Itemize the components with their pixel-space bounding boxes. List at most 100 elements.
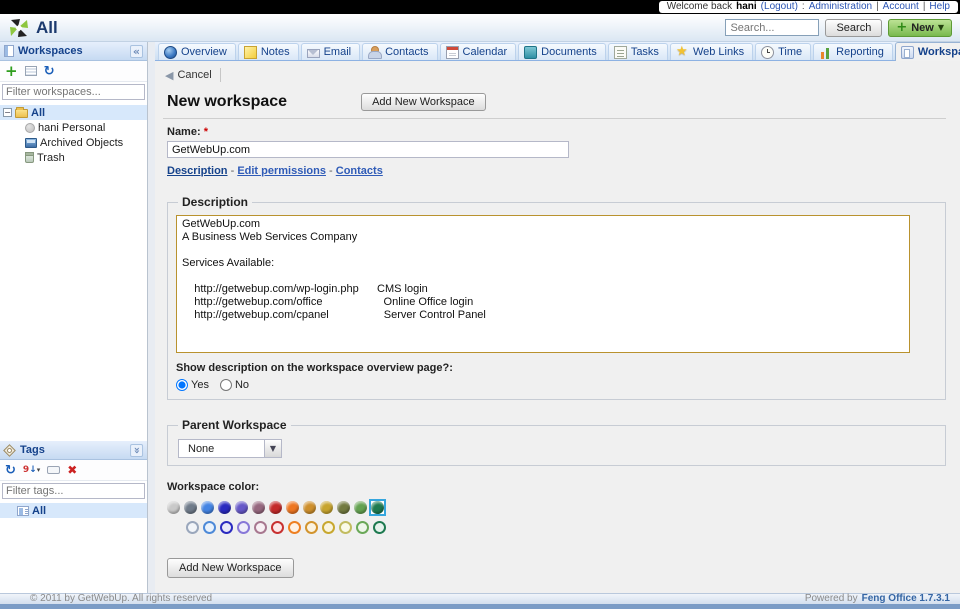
filter-workspaces-input[interactable] bbox=[2, 84, 145, 100]
tags-panel-title: Tags bbox=[20, 444, 45, 456]
add-new-workspace-button-bottom[interactable]: Add New Workspace bbox=[167, 558, 294, 578]
divider bbox=[163, 118, 946, 119]
color-swatch-solid[interactable] bbox=[371, 501, 384, 514]
combo-trigger-icon[interactable]: ▼ bbox=[264, 440, 281, 457]
search-button[interactable]: Search bbox=[825, 19, 882, 37]
tree-node-trash[interactable]: Trash bbox=[22, 150, 147, 165]
color-swatch-solid[interactable] bbox=[184, 501, 197, 514]
color-swatch-ring[interactable] bbox=[271, 521, 284, 534]
feng-office-logo-icon bbox=[8, 17, 30, 39]
tab-web-links[interactable]: Web Links bbox=[670, 43, 753, 60]
add-workspace-icon[interactable]: + bbox=[5, 65, 18, 78]
tab-strip: OverviewNotesEmailContacts Calendar Docume… bbox=[155, 42, 960, 61]
filter-tags-input[interactable] bbox=[2, 483, 145, 499]
tab-label: Calendar bbox=[463, 47, 508, 58]
color-swatch-cell bbox=[199, 499, 216, 516]
color-swatch-ring[interactable] bbox=[237, 521, 250, 534]
color-swatch-cell bbox=[216, 499, 233, 516]
color-swatch-ring[interactable] bbox=[322, 521, 335, 534]
tree-node-archived-objects[interactable]: Archived Objects bbox=[22, 135, 147, 150]
color-swatch-ring[interactable] bbox=[203, 521, 216, 534]
color-swatch-solid[interactable] bbox=[201, 501, 214, 514]
tab-contacts[interactable]: Contacts bbox=[362, 43, 437, 60]
color-swatch-solid[interactable] bbox=[303, 501, 316, 514]
tab-notes[interactable]: Notes bbox=[238, 43, 299, 60]
radio-yes[interactable] bbox=[176, 379, 188, 391]
radio-yes-label[interactable]: Yes bbox=[191, 379, 209, 391]
color-swatch-solid[interactable] bbox=[218, 501, 231, 514]
color-swatch-ring[interactable] bbox=[186, 521, 199, 534]
collapse-tags-icon[interactable]: « bbox=[130, 443, 143, 456]
color-swatch-solid[interactable] bbox=[337, 501, 350, 514]
color-swatch-ring[interactable] bbox=[339, 521, 352, 534]
radio-no[interactable] bbox=[220, 379, 232, 391]
color-swatch-ring[interactable] bbox=[305, 521, 318, 534]
new-button[interactable]: + New ▼ bbox=[888, 19, 952, 37]
sidebar: Workspaces « + ↻ − All hani Personal Arc… bbox=[0, 42, 148, 593]
color-swatch-ring[interactable] bbox=[220, 521, 233, 534]
refresh-workspaces-icon[interactable]: ↻ bbox=[44, 65, 55, 78]
color-swatch-solid[interactable] bbox=[235, 501, 248, 514]
description-link[interactable]: Description bbox=[167, 165, 228, 177]
sidebar-splitter[interactable] bbox=[148, 42, 155, 593]
body-row: Workspaces « + ↻ − All hani Personal Arc… bbox=[0, 42, 960, 593]
cancel-label: Cancel bbox=[177, 69, 211, 81]
sort-tags-icon[interactable]: 9↓▾ bbox=[23, 465, 40, 475]
workspaces-toolbar: + ↻ bbox=[0, 61, 147, 82]
color-swatch-solid[interactable] bbox=[354, 501, 367, 514]
logout-link[interactable]: (Logout) bbox=[761, 1, 798, 13]
tab-reporting[interactable]: Reporting bbox=[813, 43, 893, 60]
cancel-button[interactable]: ◀ Cancel bbox=[163, 68, 221, 82]
color-swatch-solid[interactable] bbox=[252, 501, 265, 514]
tags-panel-header: Tags « bbox=[0, 441, 147, 460]
tab-email[interactable]: Email bbox=[301, 43, 361, 60]
help-link[interactable]: Help bbox=[929, 1, 950, 13]
tree-node-hani-personal[interactable]: hani Personal bbox=[22, 120, 147, 135]
color-swatch-solid[interactable] bbox=[286, 501, 299, 514]
clock-icon bbox=[761, 46, 774, 59]
collapse-sidebar-icon[interactable]: « bbox=[130, 45, 143, 58]
search-input[interactable] bbox=[725, 19, 819, 36]
radio-no-label[interactable]: No bbox=[235, 379, 249, 391]
tab-tasks[interactable]: Tasks bbox=[608, 43, 668, 60]
tab-overview[interactable]: Overview bbox=[158, 43, 236, 60]
description-fieldset: Description GetWebUp.com A Business Web … bbox=[167, 195, 946, 400]
tab-workspace[interactable]: Workspace× bbox=[895, 42, 960, 61]
color-swatch-ring[interactable] bbox=[288, 521, 301, 534]
delete-tag-icon[interactable]: ✖ bbox=[67, 464, 77, 476]
tab-label: Workspace bbox=[918, 47, 960, 58]
administration-link[interactable]: Administration bbox=[809, 1, 872, 13]
view-options-icon[interactable] bbox=[25, 66, 37, 76]
description-textarea[interactable]: GetWebUp.com A Business Web Services Com… bbox=[176, 215, 910, 353]
color-swatch-cell bbox=[369, 499, 386, 516]
tab-time[interactable]: Time bbox=[755, 43, 811, 60]
workspace-name-input[interactable] bbox=[167, 141, 569, 158]
color-swatch-ring[interactable] bbox=[356, 521, 369, 534]
tab-calendar[interactable]: Calendar bbox=[440, 43, 517, 60]
tree-node-all[interactable]: − All bbox=[0, 105, 147, 120]
feng-office-link[interactable]: Feng Office 1.7.3.1 bbox=[862, 594, 950, 604]
sidebar-spacer bbox=[0, 165, 147, 441]
edit-permissions-link[interactable]: Edit permissions bbox=[237, 165, 326, 177]
refresh-tags-icon[interactable]: ↻ bbox=[5, 464, 16, 477]
tree-node-label: hani Personal bbox=[38, 122, 105, 134]
chevron-down-icon: ▼ bbox=[938, 23, 944, 32]
workspace-icon bbox=[901, 46, 914, 59]
contacts-link[interactable]: Contacts bbox=[336, 165, 383, 177]
parent-workspace-select[interactable]: None ▼ bbox=[178, 439, 282, 458]
tag-item-all[interactable]: All bbox=[0, 503, 147, 518]
copyright-text: © 2011 by GetWebUp. All rights reserved bbox=[30, 594, 212, 604]
tag-icon bbox=[3, 444, 16, 457]
tab-documents[interactable]: Documents bbox=[518, 43, 606, 60]
add-new-workspace-button-top[interactable]: Add New Workspace bbox=[361, 93, 486, 111]
color-swatch-solid[interactable] bbox=[269, 501, 282, 514]
page-title: New workspace bbox=[167, 93, 287, 111]
color-swatch-solid[interactable] bbox=[167, 501, 180, 514]
collapse-node-icon[interactable]: − bbox=[3, 108, 12, 117]
color-row-rings bbox=[186, 521, 946, 534]
rename-tag-icon[interactable] bbox=[47, 466, 60, 474]
color-swatch-ring[interactable] bbox=[254, 521, 267, 534]
color-swatch-solid[interactable] bbox=[320, 501, 333, 514]
account-link[interactable]: Account bbox=[883, 1, 919, 13]
color-swatch-ring[interactable] bbox=[373, 521, 386, 534]
